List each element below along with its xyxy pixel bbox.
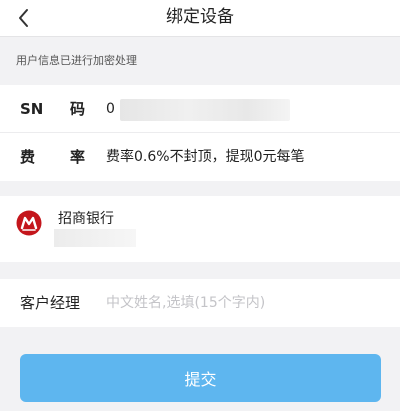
cmb-logo-icon xyxy=(16,210,42,236)
manager-name-input[interactable] xyxy=(106,287,386,319)
encryption-notice: 用户信息已进行加密处理 xyxy=(16,54,137,67)
sn-label: SN 码 xyxy=(20,85,100,133)
card-number-redaction-mask xyxy=(54,229,136,247)
sn-value: 0 xyxy=(106,101,115,117)
bank-name: 招商银行 xyxy=(58,211,114,227)
bank-card: 招商银行 xyxy=(0,196,400,262)
rate-label: 费 率 xyxy=(20,133,100,181)
rate-row: 费 率 费率0.6%不封顶，提现0元每笔 xyxy=(0,133,400,181)
sn-redaction-mask xyxy=(120,99,290,121)
manager-label: 客户经理 xyxy=(20,294,81,312)
device-info-card: SN 码 0 费 率 费率0.6%不封顶，提现0元每笔 xyxy=(0,85,400,181)
rate-label-part2: 率 xyxy=(70,148,86,166)
rate-label-part1: 费 xyxy=(20,148,36,166)
page-title: 绑定设备 xyxy=(166,7,234,27)
sn-label-part1: SN xyxy=(20,100,44,118)
submit-button[interactable]: 提交 xyxy=(20,354,381,402)
rate-value: 费率0.6%不封顶，提现0元每笔 xyxy=(106,149,305,165)
sn-row: SN 码 0 xyxy=(0,85,400,133)
manager-row: 客户经理 xyxy=(0,279,400,327)
nav-bar: 绑定设备 xyxy=(0,0,400,37)
sn-label-part2: 码 xyxy=(70,100,86,118)
